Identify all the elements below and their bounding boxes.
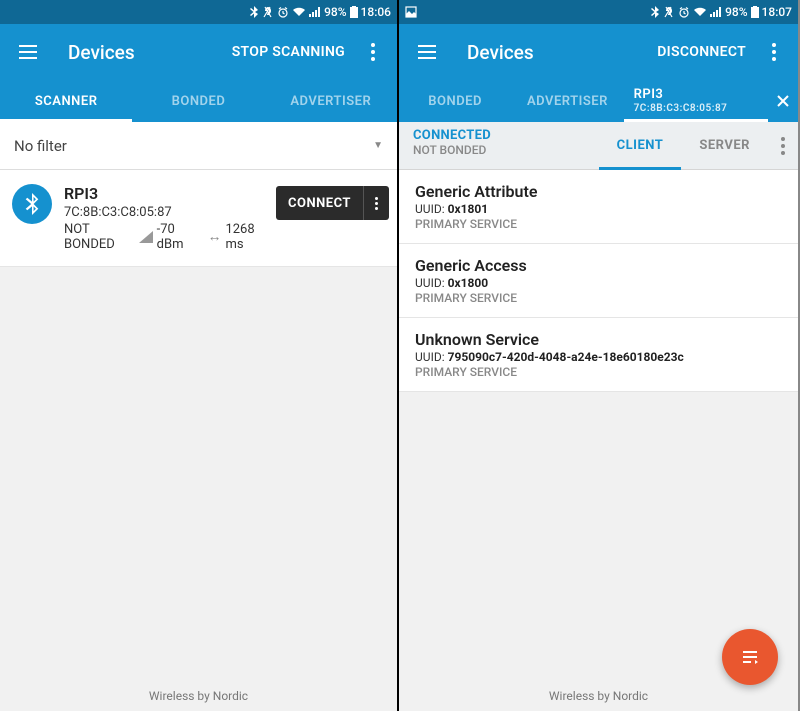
tab-bonded[interactable]: BONDED <box>399 80 511 122</box>
device-rssi: -70 dBm <box>157 222 194 252</box>
signal-icon <box>309 7 321 17</box>
app-bar: Devices DISCONNECT BONDED ADVERTISER RPI… <box>399 24 798 122</box>
device-mac: 7C:8B:C3:C8:05:87 <box>64 205 264 220</box>
tab-scanner[interactable]: SCANNER <box>0 80 132 122</box>
screen-scanner: 98% 18:06 Devices STOP SCANNING SCANNER … <box>0 0 399 711</box>
service-type: PRIMARY SERVICE <box>415 217 782 231</box>
status-bar: 98% 18:07 <box>399 0 798 24</box>
status-bar: 98% 18:06 <box>0 0 397 24</box>
connect-button[interactable]: CONNECT <box>276 196 363 211</box>
wifi-icon <box>693 7 707 17</box>
tab-device-rpi3[interactable]: RPI3 7C:8B:C3:C8:05:87 <box>624 80 768 122</box>
tab-device-name: RPI3 <box>634 88 664 102</box>
bluetooth-icon <box>650 6 660 18</box>
tab-device-mac: 7C:8B:C3:C8:05:87 <box>634 103 728 114</box>
dots-icon <box>781 144 785 148</box>
dots-icon <box>371 50 375 54</box>
connection-bar: CONNECTED NOT BONDED CLIENT SERVER <box>399 122 798 170</box>
app-bar: Devices STOP SCANNING SCANNER BONDED ADV… <box>0 24 397 122</box>
device-interval: 1268 ms <box>225 222 264 252</box>
overflow-button[interactable] <box>357 32 389 72</box>
tab-bar: SCANNER BONDED ADVERTISER <box>0 80 397 122</box>
stop-scanning-button[interactable]: STOP SCANNING <box>220 36 357 68</box>
footer: Wireless by Nordic <box>399 689 798 703</box>
tab-close-button[interactable] <box>768 80 798 122</box>
hamburger-icon <box>19 51 37 53</box>
signal-icon <box>710 7 722 17</box>
service-type: PRIMARY SERVICE <box>415 291 782 305</box>
screen-device-detail: 98% 18:07 Devices DISCONNECT BONDED ADVE… <box>399 0 798 711</box>
bond-state: NOT BONDED <box>413 143 585 157</box>
fab-icon <box>740 647 760 667</box>
battery-percent: 98% <box>324 5 346 19</box>
service-uuid: UUID: 0x1801 <box>415 202 782 216</box>
connect-button-group: CONNECT <box>276 186 389 220</box>
service-uuid: UUID: 795090c7-420d-4048-a24e-18e60180e2… <box>415 350 782 364</box>
service-name: Unknown Service <box>415 330 782 349</box>
menu-button[interactable] <box>407 32 447 72</box>
connect-more-button[interactable] <box>363 186 389 220</box>
disconnect-button[interactable]: DISCONNECT <box>645 36 758 68</box>
hamburger-icon <box>418 51 436 53</box>
subtab-overflow-button[interactable] <box>768 122 798 169</box>
battery-percent: 98% <box>725 5 747 19</box>
footer: Wireless by Nordic <box>0 689 397 703</box>
interval-icon: ↔ <box>207 228 221 245</box>
tab-bar: BONDED ADVERTISER RPI3 7C:8B:C3:C8:05:87 <box>399 80 798 122</box>
overflow-button[interactable] <box>758 32 790 72</box>
device-row[interactable]: RPI3 7C:8B:C3:C8:05:87 NOT BONDED -70 dB… <box>0 170 397 267</box>
service-name: Generic Access <box>415 256 782 275</box>
screenshot-icon <box>405 6 417 18</box>
service-type: PRIMARY SERVICE <box>415 365 782 379</box>
device-bond-status: NOT BONDED <box>64 222 125 252</box>
dots-icon <box>772 50 776 54</box>
bluetooth-circle-icon <box>12 184 52 224</box>
service-row[interactable]: Generic Attribute UUID: 0x1801 PRIMARY S… <box>399 170 798 244</box>
tab-advertiser[interactable]: ADVERTISER <box>265 80 397 122</box>
subtab-bar: CLIENT SERVER <box>599 122 798 169</box>
device-info: RPI3 7C:8B:C3:C8:05:87 NOT BONDED -70 dB… <box>64 184 264 252</box>
service-row[interactable]: Generic Access UUID: 0x1800 PRIMARY SERV… <box>399 244 798 318</box>
alarm-icon <box>277 6 289 18</box>
close-icon <box>776 94 790 108</box>
fab-button[interactable] <box>722 629 778 685</box>
tab-advertiser[interactable]: ADVERTISER <box>511 80 623 122</box>
battery-icon <box>751 6 759 18</box>
bluetooth-icon <box>249 6 259 18</box>
clock-time: 18:07 <box>762 5 792 19</box>
connection-state: CONNECTED <box>413 128 585 143</box>
menu-button[interactable] <box>8 32 48 72</box>
service-name: Generic Attribute <box>415 182 782 201</box>
filter-text: No filter <box>14 137 67 155</box>
subtab-server[interactable]: SERVER <box>681 122 768 169</box>
service-uuid: UUID: 0x1800 <box>415 276 782 290</box>
service-row[interactable]: Unknown Service UUID: 795090c7-420d-4048… <box>399 318 798 392</box>
app-title: Devices <box>467 41 645 64</box>
vibrate-icon <box>663 6 675 18</box>
rssi-icon <box>139 231 153 243</box>
battery-icon <box>350 6 358 18</box>
dropdown-icon: ▼ <box>373 140 383 151</box>
connection-status: CONNECTED NOT BONDED <box>399 122 599 169</box>
filter-bar[interactable]: No filter ▼ <box>0 122 397 170</box>
device-name: RPI3 <box>64 184 264 205</box>
alarm-icon <box>678 6 690 18</box>
vibrate-icon <box>262 6 274 18</box>
wifi-icon <box>292 7 306 17</box>
clock-time: 18:06 <box>361 5 391 19</box>
tab-bonded[interactable]: BONDED <box>132 80 264 122</box>
subtab-client[interactable]: CLIENT <box>599 122 682 169</box>
dots-icon <box>375 202 378 205</box>
app-title: Devices <box>68 41 220 64</box>
